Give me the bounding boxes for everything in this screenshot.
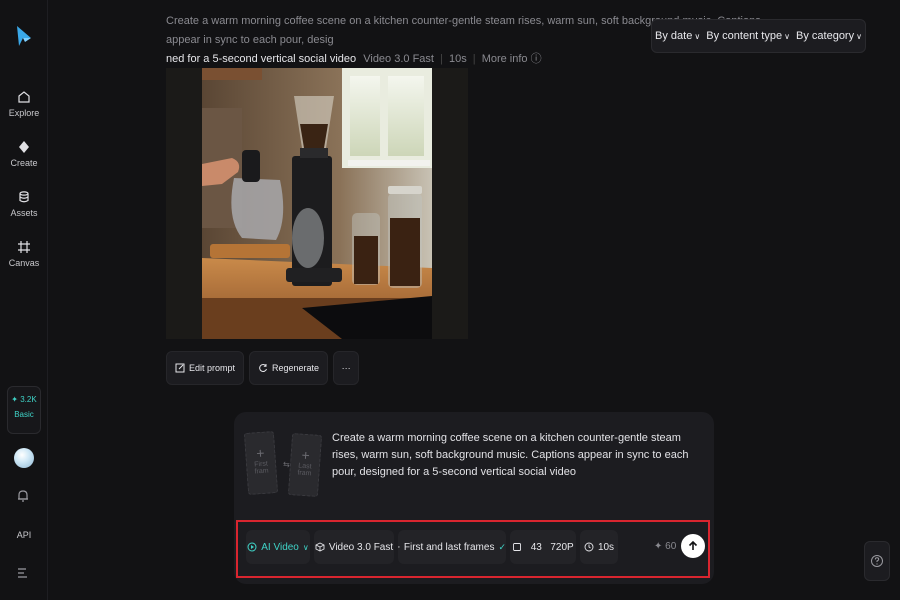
chevron-down-icon: ∨: [784, 32, 790, 41]
filter-label: By category: [796, 30, 855, 42]
refresh-icon: [259, 364, 268, 373]
help-button[interactable]: [864, 541, 890, 581]
plan-label: Basic: [14, 410, 34, 419]
duration-selector[interactable]: 10s: [580, 530, 618, 564]
menu-icon[interactable]: [15, 566, 31, 580]
ratio-resolution-selector[interactable]: 43 720P: [510, 530, 576, 564]
history-model: Video 3.0 Fast: [363, 53, 434, 65]
first-frame-label: First fram: [254, 460, 269, 476]
filter-label: By date: [655, 30, 693, 42]
aspect-ratio-icon: [513, 543, 522, 551]
history-duration: 10s: [448, 53, 467, 65]
more-info-label: More info: [481, 53, 528, 65]
cube-icon: [315, 542, 325, 552]
mode-label: AI Video: [261, 541, 299, 553]
sidebar-item-create[interactable]: Create: [0, 140, 48, 168]
filter-by-category[interactable]: By category ∨: [796, 30, 862, 42]
edit-icon: [175, 363, 185, 373]
edit-prompt-button[interactable]: Edit prompt: [166, 351, 245, 385]
grid-icon: [18, 241, 30, 253]
chevron-down-icon: ∨: [856, 32, 862, 41]
plus-icon: +: [301, 446, 311, 464]
chevron-down-icon: ∨: [302, 542, 309, 552]
frames-label: First and last frames: [403, 541, 495, 553]
credits-amount: ✦ 3.2K: [11, 395, 37, 404]
filter-by-content-type[interactable]: By content type ∨: [706, 30, 790, 42]
frames-selector[interactable]: First and last frames ✓: [398, 530, 506, 564]
more-info-link[interactable]: More info ⓘ: [482, 53, 542, 65]
sidebar: Explore Create Assets Canvas ✦ 3.2K Basi…: [0, 0, 48, 600]
bell-icon[interactable]: [15, 488, 31, 504]
sidebar-item-label: Create: [10, 158, 38, 168]
last-frame-upload[interactable]: + Last fram: [287, 433, 323, 497]
credit-cost: ✦ 60: [654, 541, 677, 552]
help-icon: [871, 555, 883, 567]
sidebar-item-label: Canvas: [8, 258, 40, 268]
sidebar-item-explore[interactable]: Explore: [0, 90, 48, 118]
model-label: Video 3.0 Fast: [328, 541, 394, 553]
logo-icon[interactable]: [13, 24, 35, 48]
send-button[interactable]: [681, 534, 705, 558]
swap-icon[interactable]: ⇆: [283, 460, 290, 469]
info-icon: ⓘ: [530, 53, 542, 65]
video-mode-icon: [247, 542, 257, 552]
sidebar-item-assets[interactable]: Assets: [0, 190, 48, 218]
filter-bar: By date ∨ By content type ∨ By category ∨: [651, 19, 866, 53]
sidebar-item-canvas[interactable]: Canvas: [0, 240, 48, 268]
clock-icon: [584, 542, 594, 552]
database-icon: [19, 191, 29, 203]
regenerate-button[interactable]: Regenerate: [249, 351, 329, 385]
chevron-down-icon: ∨: [694, 32, 701, 41]
mode-selector[interactable]: AI Video ∨: [246, 530, 310, 564]
duration-label: 10s: [597, 541, 615, 553]
generated-video-thumbnail[interactable]: [166, 68, 468, 339]
credits-badge[interactable]: ✦ 3.2K Basic: [7, 386, 41, 434]
history-prompt-line2: ned for a 5-second vertical social video: [166, 53, 357, 65]
api-link[interactable]: API: [0, 530, 48, 540]
plus-icon: +: [255, 444, 265, 462]
first-frame-upload[interactable]: + First fram: [243, 431, 279, 495]
coffee-scene-image: [202, 68, 432, 339]
filter-label: By content type: [706, 30, 783, 42]
edit-prompt-label: Edit prompt: [189, 363, 236, 373]
filter-by-date[interactable]: By date ∨: [655, 30, 700, 42]
home-icon: [18, 91, 30, 103]
more-icon: ···: [341, 363, 351, 373]
diamond-icon: [19, 141, 29, 153]
sidebar-item-label: Explore: [8, 108, 40, 118]
avatar[interactable]: [14, 448, 34, 468]
prompt-input[interactable]: Create a warm morning coffee scene on a …: [332, 430, 710, 481]
result-actions: Edit prompt Regenerate ···: [166, 351, 360, 385]
ratio-label: 43: [530, 541, 542, 553]
last-frame-label: Last fram: [297, 462, 312, 478]
more-options-button[interactable]: ···: [333, 351, 360, 385]
frames-icon: [398, 546, 400, 548]
arrow-up-icon: [688, 540, 698, 550]
check-icon: ✓: [498, 541, 506, 552]
sidebar-item-label: Assets: [10, 208, 38, 218]
model-selector[interactable]: Video 3.0 Fast: [314, 530, 394, 564]
resolution-label: 720P: [550, 541, 574, 553]
regenerate-label: Regenerate: [272, 363, 320, 373]
